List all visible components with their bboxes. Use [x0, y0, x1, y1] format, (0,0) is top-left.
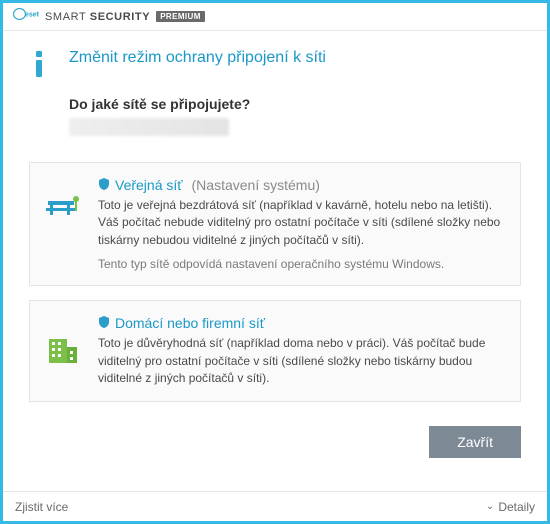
- option-home-title: Domácí nebo firemní síť: [115, 315, 265, 331]
- option-home-desc: Toto je důvěryhodná síť (například doma …: [98, 335, 502, 387]
- close-button[interactable]: Zavřít: [429, 426, 521, 458]
- page-title: Změnit režim ochrany připojení k síti: [69, 49, 326, 67]
- chevron-down-icon: ⌄: [486, 501, 494, 512]
- info-icon: [29, 49, 51, 82]
- brand-logo: eset: [13, 7, 39, 26]
- option-home-network[interactable]: Domácí nebo firemní síť Toto je důvěryho…: [29, 300, 521, 402]
- details-toggle[interactable]: ⌄ Detaily: [486, 500, 535, 514]
- option-public-note: Tento typ sítě odpovídá nastavení operač…: [98, 257, 502, 271]
- footer-bar: Zjistit více ⌄ Detaily: [3, 491, 547, 521]
- brand-text: SMART SECURITY: [45, 11, 150, 23]
- details-label: Detaily: [498, 500, 535, 514]
- building-icon: [44, 315, 84, 387]
- svg-text:eset: eset: [25, 12, 39, 19]
- option-public-subtitle: (Nastavení systému): [192, 177, 320, 193]
- question-heading: Do jaké sítě se připojujete?: [69, 96, 521, 112]
- option-public-network[interactable]: Veřejná síť (Nastavení systému) Toto je …: [29, 162, 521, 286]
- bench-icon: [44, 177, 84, 271]
- premium-badge: PREMIUM: [156, 11, 205, 22]
- shield-icon: [98, 315, 110, 331]
- shield-icon: [98, 177, 110, 193]
- network-name-redacted: [69, 118, 229, 136]
- option-public-desc: Toto je veřejná bezdrátová síť (napříkla…: [98, 197, 502, 249]
- option-public-title: Veřejná síť: [115, 177, 183, 193]
- brand-header: eset SMART SECURITY PREMIUM: [3, 3, 547, 31]
- learn-more-link[interactable]: Zjistit více: [15, 500, 68, 514]
